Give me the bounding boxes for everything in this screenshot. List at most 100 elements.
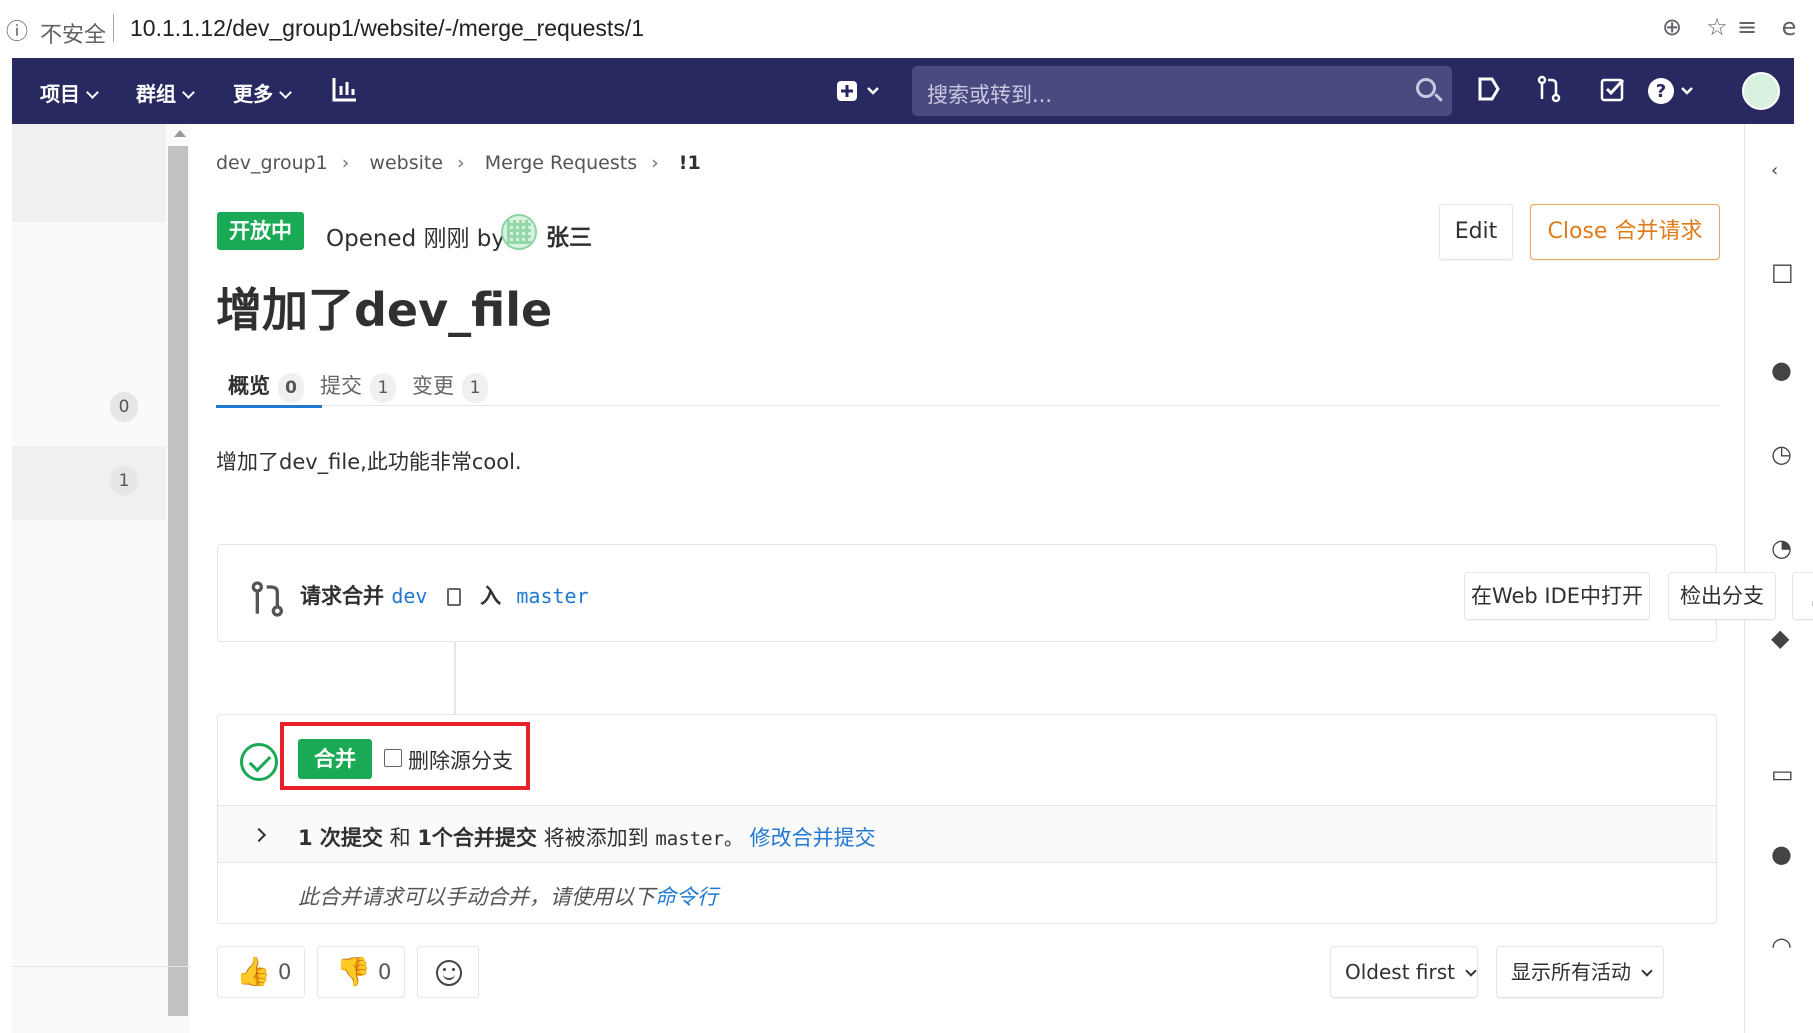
breadcrumb-merge-requests[interactable]: Merge Requests bbox=[485, 152, 637, 174]
zoom-icon[interactable]: ⊕ bbox=[1657, 13, 1687, 43]
browser-address-bar: ⓘ 不安全 10.1.1.12/dev_group1/website/-/mer… bbox=[0, 0, 1813, 58]
merge-commit-label: 1个合并提交 bbox=[417, 826, 537, 850]
activity-chart-icon[interactable] bbox=[328, 74, 362, 108]
star-icon[interactable]: ☆ bbox=[1702, 13, 1732, 43]
sidebar-item-highlight[interactable] bbox=[12, 446, 166, 520]
check-circle-icon bbox=[240, 743, 278, 781]
close-merge-request-button[interactable]: Close 合并请求 bbox=[1530, 204, 1720, 260]
commit-summary-row: 1 次提交 和 1个合并提交 将被添加到 master。 修改合并提交 bbox=[218, 805, 1716, 863]
help-dropdown[interactable]: ? bbox=[1644, 74, 1704, 108]
sort-dropdown[interactable]: Oldest first bbox=[1330, 946, 1478, 998]
commit-summary-text: 1 次提交 和 1个合并提交 将被添加到 master。 修改合并提交 bbox=[298, 822, 876, 852]
profile-icon[interactable]: e bbox=[1774, 13, 1804, 43]
nav-groups-label: 群组 bbox=[136, 82, 176, 106]
sidebar-scrollbar[interactable] bbox=[168, 146, 188, 1016]
milestone-icon[interactable]: ◷ bbox=[1771, 440, 1792, 468]
scroll-up-arrow-icon[interactable] bbox=[174, 130, 186, 137]
author-name[interactable]: 张三 bbox=[546, 218, 592, 252]
tab-commits[interactable]: 提交 1 bbox=[320, 370, 396, 403]
svg-text:?: ? bbox=[1656, 81, 1666, 102]
nav-projects-label: 项目 bbox=[40, 82, 80, 106]
time-tracking-icon[interactable]: ◔ bbox=[1771, 534, 1792, 562]
tab-label: 变更 bbox=[412, 374, 454, 398]
chevron-right-icon: › bbox=[651, 152, 659, 174]
target-branch-text: master。 bbox=[655, 828, 743, 850]
assignee-icon[interactable]: ● bbox=[1771, 356, 1792, 384]
breadcrumb: dev_group1 › website › Merge Requests › !1 bbox=[216, 152, 707, 174]
insecure-label: 不安全 bbox=[40, 23, 107, 48]
open-in-webide-button[interactable]: 在Web IDE中打开 bbox=[1464, 572, 1650, 620]
top-navbar: 项目 群组 更多 搜索或转到... ? bbox=[12, 58, 1794, 124]
target-branch-link[interactable]: master bbox=[516, 584, 588, 608]
url-field[interactable]: 10.1.1.12/dev_group1/website/-/merge_req… bbox=[130, 15, 644, 42]
todo-icon[interactable]: □ bbox=[1771, 258, 1794, 286]
issues-icon[interactable] bbox=[1472, 74, 1506, 108]
chevron-down-icon bbox=[1641, 965, 1653, 977]
chevron-down-icon bbox=[182, 86, 195, 99]
search-icon bbox=[1416, 78, 1436, 98]
mr-tabs: 概览 0 提交 1 变更 1 bbox=[216, 356, 1720, 408]
label-icon[interactable]: ◆ bbox=[1771, 624, 1789, 652]
merge-branch-panel: 请求合并 dev 入 master 在Web IDE中打开 检出分支 bbox=[217, 544, 1813, 642]
delete-source-branch-checkbox[interactable] bbox=[384, 749, 402, 767]
edit-button[interactable]: Edit bbox=[1439, 204, 1513, 260]
tab-count-badge: 0 bbox=[278, 373, 304, 403]
divider bbox=[113, 14, 114, 42]
left-sidebar: 0 1 bbox=[12, 124, 190, 1033]
copy-icon[interactable] bbox=[446, 588, 461, 606]
active-tab-indicator bbox=[216, 405, 322, 408]
modify-merge-commit-link[interactable]: 修改合并提交 bbox=[750, 826, 876, 850]
search-placeholder: 搜索或转到... bbox=[927, 83, 1053, 107]
and-label: 和 bbox=[389, 826, 411, 850]
breadcrumb-current[interactable]: !1 bbox=[679, 152, 701, 174]
add-reaction-button[interactable] bbox=[417, 946, 479, 998]
commits-count: 1 次提交 bbox=[298, 826, 383, 850]
connector-line bbox=[454, 642, 456, 716]
tab-changes[interactable]: 变更 1 bbox=[412, 370, 488, 403]
chevron-right-icon: › bbox=[341, 152, 350, 174]
source-branch-link[interactable]: dev bbox=[391, 584, 427, 608]
will-add-label: 将被添加到 bbox=[543, 826, 649, 850]
todos-icon[interactable] bbox=[1596, 74, 1630, 108]
tab-overview[interactable]: 概览 0 bbox=[228, 370, 304, 403]
thumbs-up-button[interactable]: 👍 0 bbox=[217, 946, 305, 998]
sort-label: Oldest first bbox=[1345, 960, 1455, 984]
nav-more-label: 更多 bbox=[233, 82, 273, 106]
chevron-down-icon bbox=[86, 86, 99, 99]
user-avatar[interactable] bbox=[1742, 72, 1780, 110]
merge-request-icon bbox=[248, 579, 288, 628]
merge-requests-icon[interactable] bbox=[1532, 74, 1566, 108]
participants-icon[interactable]: ● bbox=[1771, 840, 1792, 868]
nav-more-menu[interactable]: 更多 bbox=[233, 78, 292, 107]
new-item-dropdown[interactable] bbox=[832, 74, 892, 108]
chevron-right-icon[interactable] bbox=[251, 827, 267, 843]
breadcrumb-project[interactable]: website bbox=[369, 152, 443, 174]
collapse-icon[interactable]: ‹ bbox=[1771, 160, 1778, 181]
manual-merge-text: 此合并请求可以手动合并，请使用以下 bbox=[298, 885, 655, 909]
nav-projects-menu[interactable]: 项目 bbox=[40, 78, 99, 107]
download-dropdown[interactable] bbox=[1792, 572, 1813, 620]
tab-count-badge: 1 bbox=[462, 373, 488, 403]
sidebar-item-active[interactable] bbox=[12, 124, 166, 222]
sidebar-count-badge: 1 bbox=[110, 466, 138, 496]
search-box[interactable]: 搜索或转到... bbox=[912, 66, 1452, 116]
thumbs-down-button[interactable]: 👎 0 bbox=[317, 946, 405, 998]
merge-button[interactable]: 合并 bbox=[298, 739, 372, 779]
breadcrumb-group[interactable]: dev_group1 bbox=[216, 152, 328, 174]
smiley-icon bbox=[436, 960, 462, 986]
command-line-link[interactable]: 命令行 bbox=[655, 885, 718, 909]
activity-filter-label: 显示所有活动 bbox=[1511, 960, 1631, 984]
lock-icon[interactable]: ▭ bbox=[1771, 760, 1794, 788]
reading-list-icon[interactable]: ≡ bbox=[1732, 13, 1762, 43]
activity-filter-dropdown[interactable]: 显示所有活动 bbox=[1496, 946, 1664, 998]
checkout-branch-button[interactable]: 检出分支 bbox=[1668, 572, 1776, 620]
nav-groups-menu[interactable]: 群组 bbox=[136, 78, 195, 107]
author-avatar[interactable] bbox=[501, 214, 537, 250]
sidebar-count-badge: 0 bbox=[110, 392, 138, 422]
opened-text: Opened 刚刚 by bbox=[326, 226, 506, 252]
merge-branch-info: 请求合并 dev 入 master bbox=[300, 580, 589, 610]
info-icon[interactable]: ⓘ bbox=[6, 14, 28, 46]
delete-source-branch-label[interactable]: 删除源分支 bbox=[408, 745, 513, 775]
chevron-down-icon bbox=[1465, 965, 1477, 977]
notifications-icon[interactable]: ◠ bbox=[1771, 932, 1792, 960]
